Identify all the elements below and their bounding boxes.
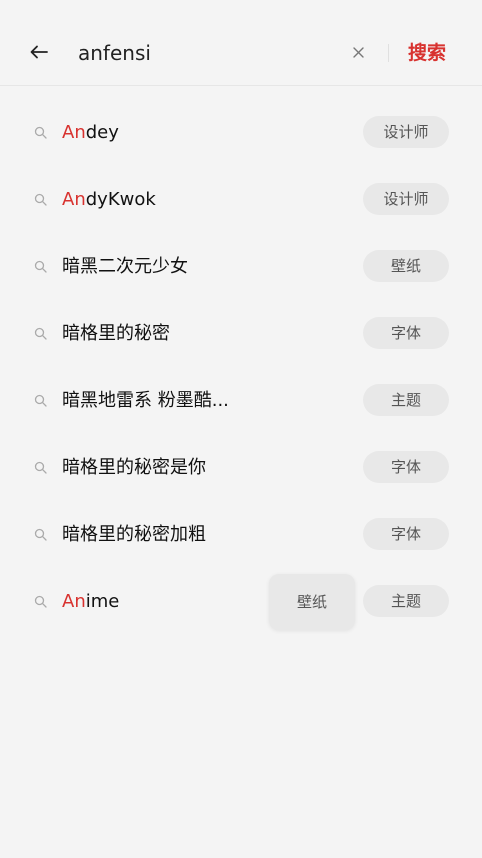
category-tag[interactable]: 设计师 [363,116,449,148]
suggestion-rest: dyKwok [85,189,156,210]
suggestion-text: Anime [62,589,119,615]
search-icon [34,192,48,206]
suggestion-rest: 暗格里的秘密 [62,323,170,344]
suggestion-item[interactable]: 暗黑地雷系 粉墨酷... 主题 [0,368,482,435]
suggestion-highlight: An [62,591,86,612]
suggestion-item[interactable]: Anime 主题 [0,569,482,636]
suggestion-text: 暗黑地雷系 粉墨酷... [62,388,229,414]
category-tag[interactable]: 主题 [363,585,449,617]
status-bar [0,0,482,20]
suggestion-item[interactable]: 暗格里的秘密加粗 字体 [0,502,482,569]
suggestion-rest: 暗黑地雷系 粉墨酷... [62,390,229,411]
search-icon [34,594,48,608]
popup-category-chip[interactable]: 壁纸 [269,574,355,630]
suggestion-item[interactable]: Andey 设计师 [0,100,482,167]
search-icon [34,393,48,407]
close-icon[interactable] [348,42,368,62]
search-icon [34,527,48,541]
header-divider [388,44,389,62]
suggestion-text: AndyKwok [62,187,156,213]
suggestion-text: 暗格里的秘密加粗 [62,522,206,548]
category-tag[interactable]: 主题 [363,384,449,416]
suggestion-highlight: An [62,189,86,210]
suggestion-rest: 暗格里的秘密是你 [62,457,206,478]
category-tag[interactable]: 字体 [363,518,449,550]
suggestion-rest: 暗格里的秘密加粗 [62,524,206,545]
suggestion-rest: ime [85,591,120,612]
category-tag[interactable]: 壁纸 [363,250,449,282]
search-icon [34,259,48,273]
suggestion-item[interactable]: 暗格里的秘密 字体 [0,301,482,368]
suggestion-rest: 暗黑二次元少女 [62,256,188,277]
search-header: 搜索 [0,20,482,86]
suggestion-text: 暗格里的秘密是你 [62,455,206,481]
search-submit-button[interactable]: 搜索 [408,39,446,67]
search-icon [34,125,48,139]
search-icon [34,460,48,474]
suggestion-list: Andey 设计师 AndyKwok 设计师 暗黑二次元少女 壁纸 暗格里的秘密… [0,100,482,636]
category-tag[interactable]: 字体 [363,317,449,349]
arrow-left-icon[interactable] [28,41,50,63]
suggestion-text: 暗格里的秘密 [62,321,170,347]
category-tag[interactable]: 字体 [363,451,449,483]
suggestion-item[interactable]: 暗黑二次元少女 壁纸 [0,234,482,301]
category-tag[interactable]: 设计师 [363,183,449,215]
suggestion-item[interactable]: 暗格里的秘密是你 字体 [0,435,482,502]
suggestion-highlight: An [62,122,86,143]
suggestion-text: 暗黑二次元少女 [62,254,188,280]
suggestion-item[interactable]: AndyKwok 设计师 [0,167,482,234]
search-icon [34,326,48,340]
search-input[interactable] [78,36,338,70]
suggestion-rest: dey [85,122,119,143]
suggestion-text: Andey [62,120,119,146]
